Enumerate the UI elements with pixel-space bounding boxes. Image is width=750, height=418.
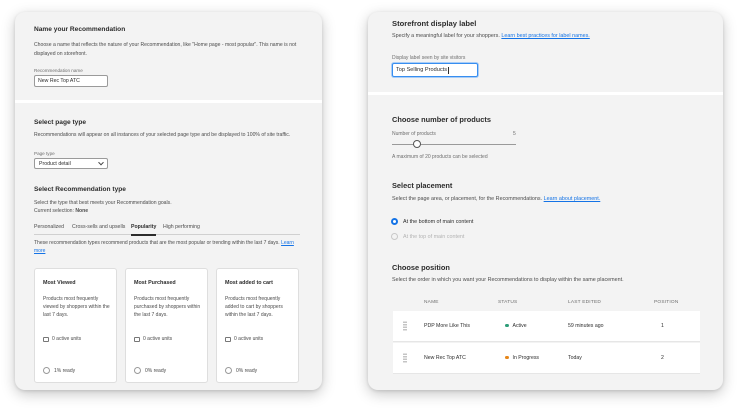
recommendation-settings-panel: Name your Recommendation Choose a name t… <box>15 12 322 390</box>
product-count-helper: A maximum of 20 products can be selected <box>392 154 488 160</box>
rec-type-tabs: Personalized Cross-sells and upsells Pop… <box>34 221 300 236</box>
recommendation-name-input[interactable]: New Rec Top ATC <box>34 75 108 87</box>
current-selection-value: None <box>75 208 89 214</box>
card-units-text: 0 active units <box>143 336 173 342</box>
product-count-title: Choose number of products <box>392 115 491 124</box>
label-best-practices-link[interactable]: Learn best practices for label names. <box>501 33 589 39</box>
placement-top-radio[interactable] <box>391 233 398 240</box>
card-units: 0 active units <box>43 336 81 342</box>
row-status: In Progress <box>505 355 539 361</box>
row-position: 1 <box>661 323 664 329</box>
page-type-description: Recommendations will appear on all insta… <box>34 132 291 138</box>
drag-handle-icon[interactable] <box>403 353 407 363</box>
row-status-text: In Progress <box>512 355 540 361</box>
tab-high-performing[interactable]: High performing <box>163 224 200 230</box>
page-type-title: Select page type <box>34 119 87 126</box>
section-divider <box>368 92 723 95</box>
placement-description: Select the page area, or placement, for … <box>392 196 600 202</box>
column-header-name: NAME <box>424 300 439 305</box>
readiness-ring-icon <box>225 367 232 374</box>
status-dot-icon <box>505 355 509 360</box>
tab-personalized[interactable]: Personalized <box>34 224 64 230</box>
placement-description-text: Select the page area, or placement, for … <box>392 196 543 202</box>
placement-bottom-radio[interactable] <box>391 218 398 225</box>
card-title: Most Viewed <box>43 280 76 286</box>
column-header-status: STATUS <box>498 300 518 305</box>
storefront-label-title: Storefront display label <box>392 19 477 28</box>
storefront-settings-panel: Storefront display label Specify a meani… <box>368 12 723 390</box>
chevron-down-icon <box>98 159 104 165</box>
current-selection: Current selection: None <box>34 208 88 214</box>
row-name: PDP More Like This <box>424 323 470 329</box>
rec-type-card-most-viewed[interactable]: Most Viewed Products most frequently vie… <box>34 268 117 383</box>
rec-type-title: Select Recommendation type <box>34 186 126 193</box>
storefront-label-description-text: Specify a meaningful label for your shop… <box>392 33 500 39</box>
row-position: 2 <box>661 355 664 361</box>
table-row[interactable]: PDP More Like This Active 59 minutes ago… <box>393 311 700 342</box>
popularity-description-text: These recommendation types recommend pro… <box>34 240 280 246</box>
name-section-title: Name your Recommendation <box>34 26 126 33</box>
learn-about-placement-link[interactable]: Learn about placement. <box>544 196 601 202</box>
position-title: Choose position <box>392 263 450 272</box>
number-of-products-label: Number of products <box>392 131 436 137</box>
card-title: Most Purchased <box>134 280 176 286</box>
units-icon <box>43 336 49 342</box>
units-icon <box>134 336 140 342</box>
storefront-label-description: Specify a meaningful label for your shop… <box>392 33 590 39</box>
placement-top-label: At the top of main content <box>403 234 465 240</box>
card-ready: 0% ready <box>225 367 257 374</box>
display-label-value: Top Selling Products <box>396 67 447 73</box>
row-name: New Rec Top ATC <box>424 355 466 361</box>
units-icon <box>225 336 231 342</box>
card-ready-text: 1% ready <box>54 367 76 374</box>
tab-cross-sells-upsells[interactable]: Cross-sells and upsells <box>72 224 125 230</box>
section-divider <box>15 100 322 103</box>
card-description: Products most frequently viewed by shopp… <box>43 296 110 318</box>
popularity-description: These recommendation types recommend pro… <box>34 239 302 255</box>
recommendation-name-value: New Rec Top ATC <box>38 78 80 84</box>
column-header-position: POSITION <box>654 300 679 305</box>
card-ready-text: 0% ready <box>236 367 258 374</box>
card-ready: 1% ready <box>43 367 75 374</box>
position-description: Select the order in which you want your … <box>392 277 624 283</box>
card-units: 0 active units <box>225 336 263 342</box>
tab-popularity[interactable]: Popularity <box>131 224 157 236</box>
product-count-slider-handle[interactable] <box>412 140 421 148</box>
page-type-label: Page type <box>34 151 55 156</box>
card-ready-text: 0% ready <box>145 367 167 374</box>
display-label-input[interactable]: Top Selling Products <box>392 63 478 77</box>
row-last-edited: Today <box>568 355 582 361</box>
name-section-description: Choose a name that reflects the nature o… <box>34 42 297 57</box>
recommendation-name-label: Recommendation name <box>34 68 83 73</box>
table-row[interactable]: New Rec Top ATC In Progress Today 2 <box>393 343 700 374</box>
card-ready: 0% ready <box>134 367 166 374</box>
row-status: Active <box>505 323 527 329</box>
row-status-text: Active <box>512 323 527 329</box>
status-dot-icon <box>505 323 509 328</box>
column-header-last-edited: LAST EDITED <box>568 300 602 305</box>
placement-title: Select placement <box>392 181 453 190</box>
product-count-slider-track[interactable] <box>392 144 516 145</box>
rec-type-card-most-added-to-cart[interactable]: Most added to cart Products most frequen… <box>216 268 299 383</box>
placement-bottom-label: At the bottom of main content <box>403 219 474 225</box>
card-description: Products most frequently purchased by sh… <box>134 296 201 318</box>
number-of-products-value: 5 <box>513 131 516 137</box>
rec-type-description: Select the type that best meets your Rec… <box>34 200 172 206</box>
page-type-select[interactable]: Product detail <box>34 158 108 169</box>
readiness-ring-icon <box>134 367 141 374</box>
card-title: Most added to cart <box>225 280 273 286</box>
page-type-selected-value: Product detail <box>39 160 71 167</box>
card-units: 0 active units <box>134 336 172 342</box>
card-units-text: 0 active units <box>52 336 82 342</box>
card-description: Products most frequently added to cart b… <box>225 296 283 318</box>
drag-handle-icon[interactable] <box>403 321 407 331</box>
text-cursor <box>447 66 449 74</box>
rec-type-card-most-purchased[interactable]: Most Purchased Products most frequently … <box>125 268 208 383</box>
current-selection-label: Current selection: <box>34 208 74 214</box>
row-last-edited: 59 minutes ago <box>568 323 604 329</box>
readiness-ring-icon <box>43 367 50 374</box>
card-units-text: 0 active units <box>234 336 264 342</box>
display-label-field-label: Display label seen by site visitors <box>392 55 466 61</box>
